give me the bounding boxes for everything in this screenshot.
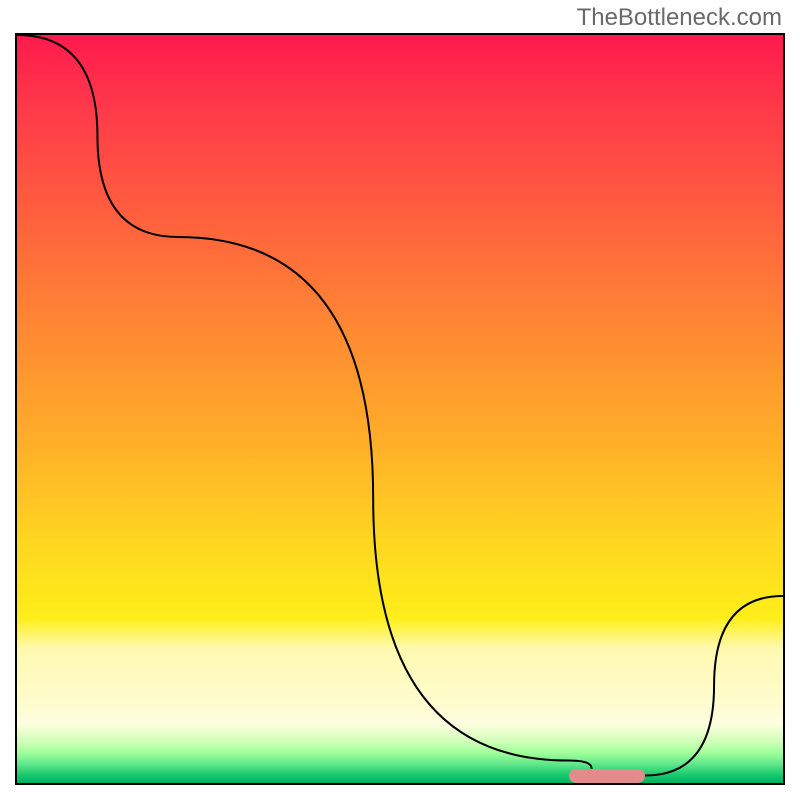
optimal-range-marker xyxy=(569,769,646,783)
chart-plot-area xyxy=(15,33,785,785)
heat-gradient-background xyxy=(17,35,783,783)
watermark-text: TheBottleneck.com xyxy=(577,4,782,32)
